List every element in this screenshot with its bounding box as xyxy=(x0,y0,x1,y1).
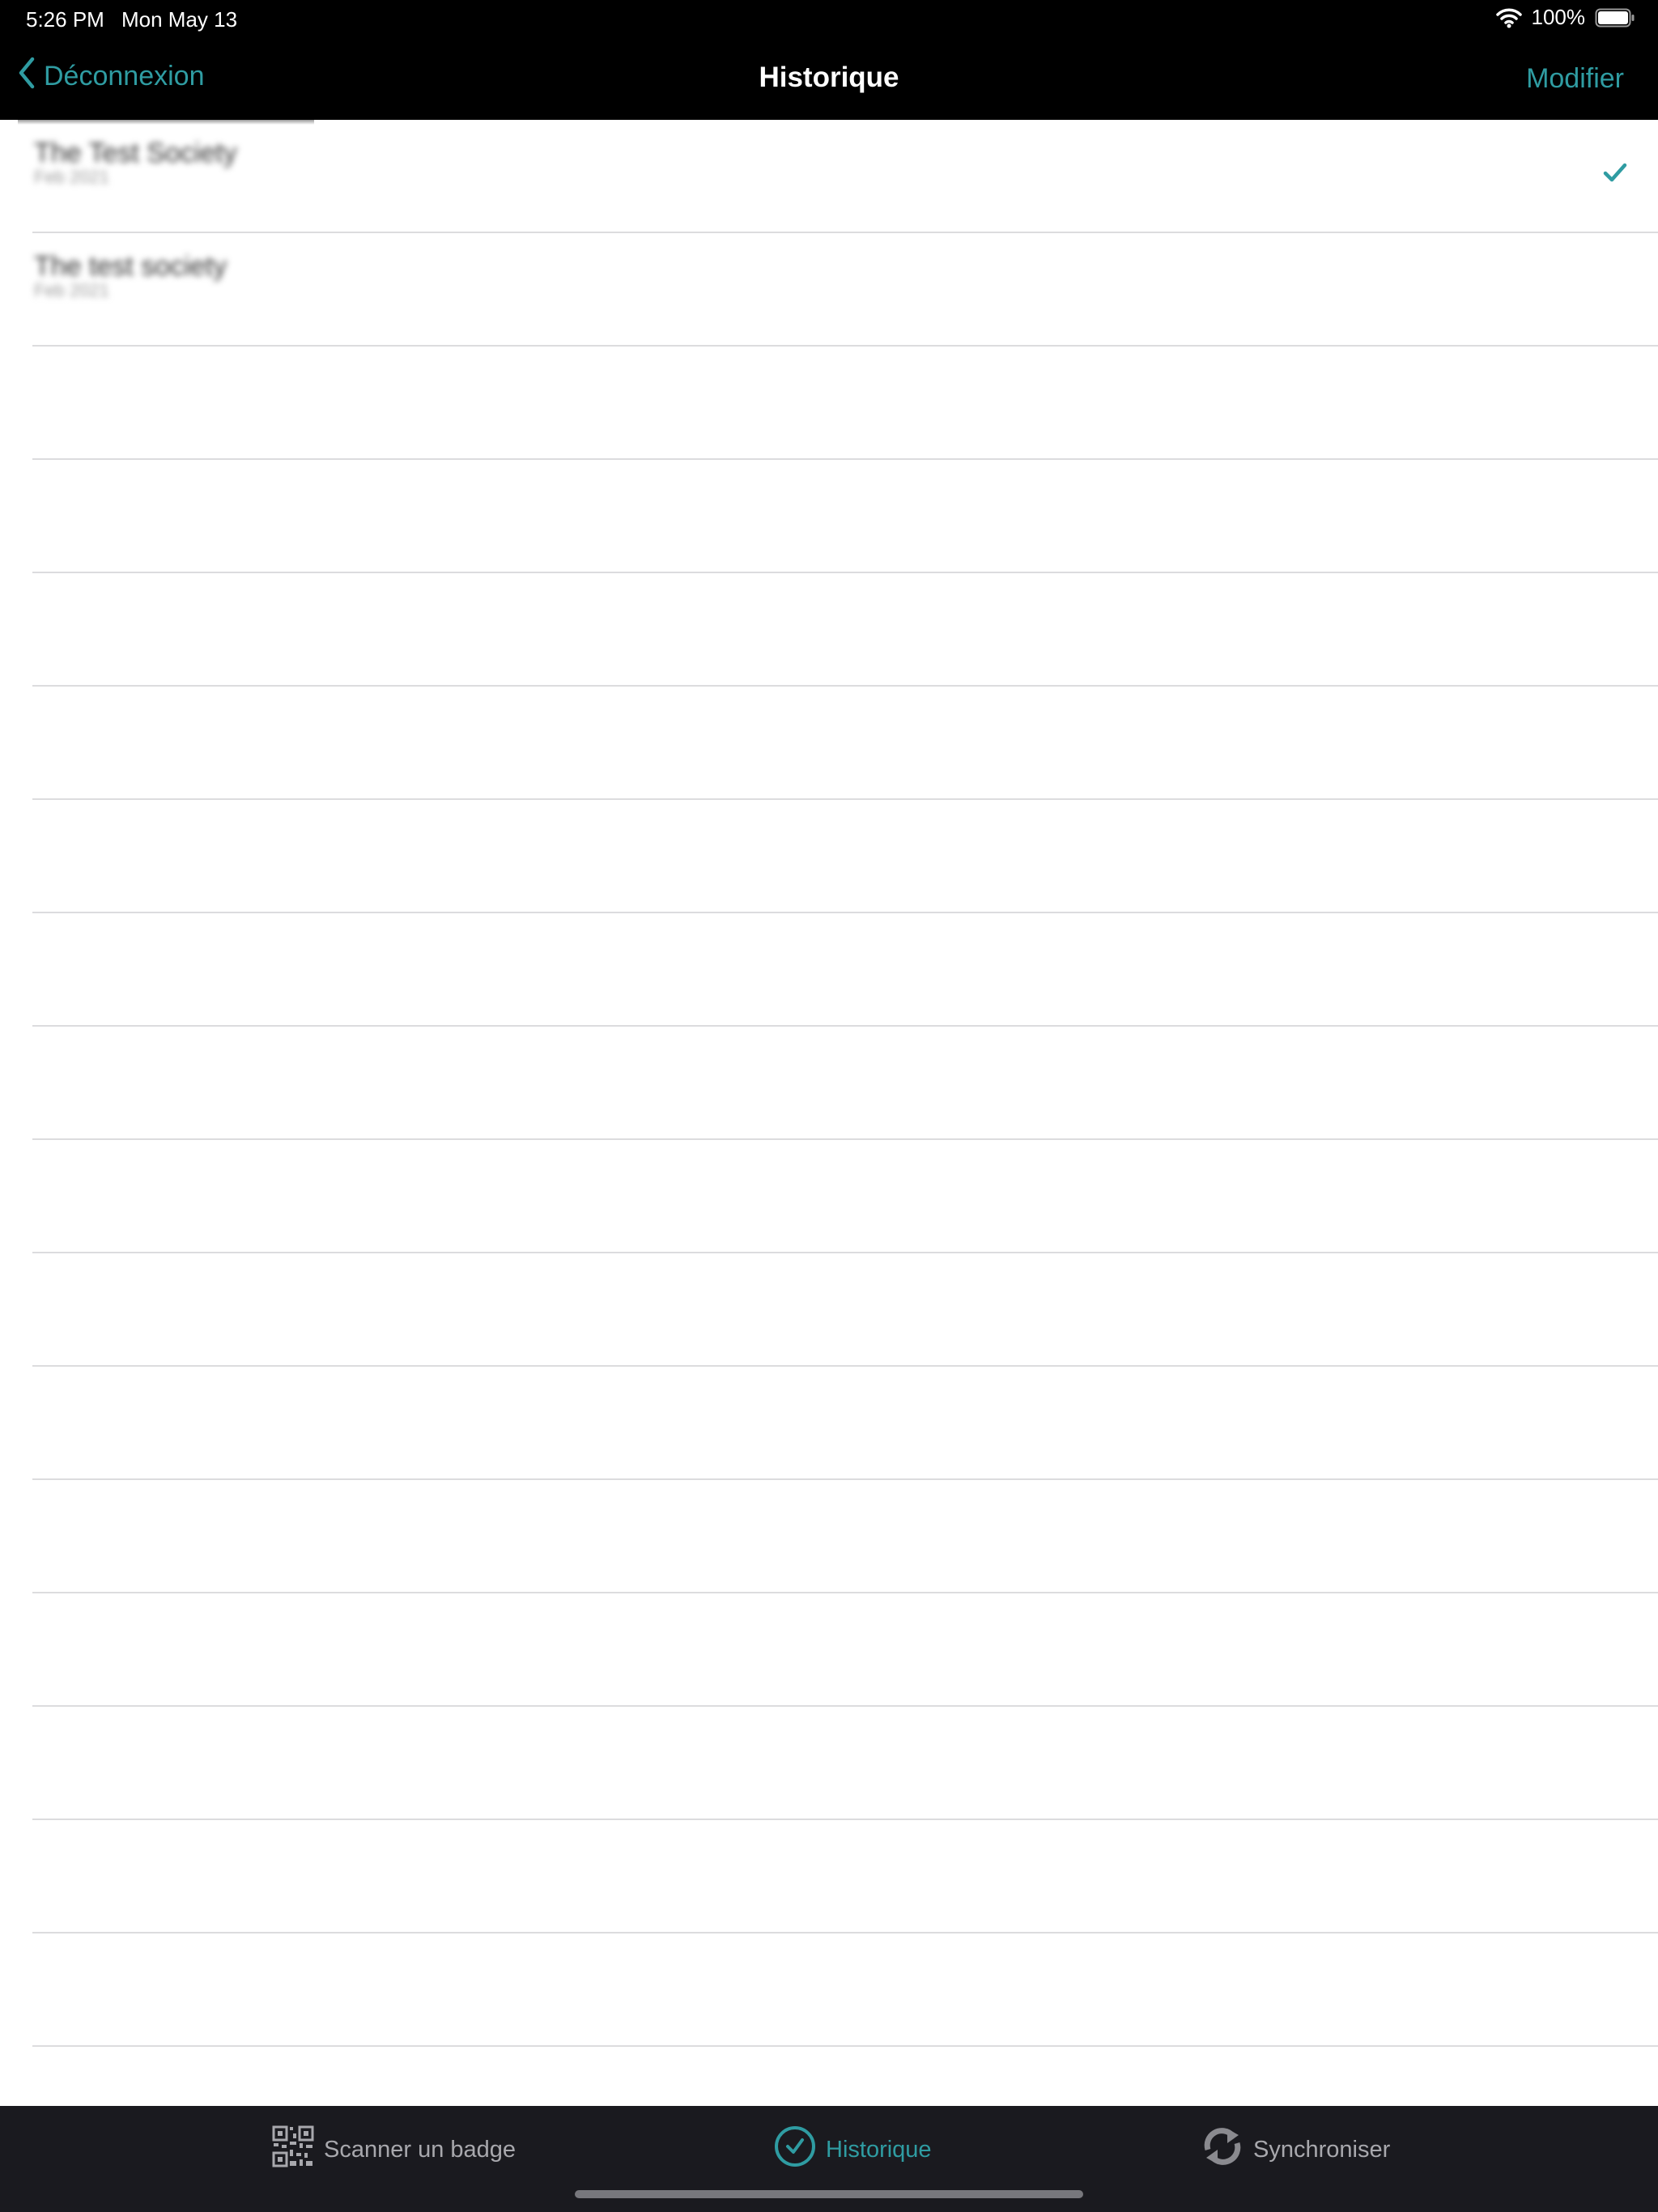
list-item[interactable] xyxy=(32,573,1658,687)
status-indicators: 100% xyxy=(1495,5,1636,30)
list-item[interactable] xyxy=(32,800,1658,913)
check-circle-icon xyxy=(774,2125,816,2174)
tab-history[interactable]: Historique xyxy=(774,2125,932,2174)
back-label: Déconnexion xyxy=(44,61,205,91)
list-item[interactable] xyxy=(32,1253,1658,1367)
tab-synchronize[interactable]: Synchroniser xyxy=(1201,2125,1390,2174)
navigation-bar: Déconnexion Historique Modifier xyxy=(0,39,1658,120)
list-item-subtitle: Feb 2021 xyxy=(34,280,109,300)
list-item[interactable] xyxy=(32,1367,1658,1480)
status-date: Mon May 13 xyxy=(121,7,238,32)
list-item-subtitle: Feb 2021 xyxy=(34,167,109,187)
sync-icon xyxy=(1201,2125,1244,2174)
wifi-icon xyxy=(1495,7,1522,28)
tab-scan-badge-label: Scanner un badge xyxy=(324,2136,517,2163)
list-item-title: The test society xyxy=(34,251,227,282)
list-item[interactable] xyxy=(32,460,1658,573)
tab-synchronize-label: Synchroniser xyxy=(1253,2136,1391,2163)
status-time: 5:26 PM xyxy=(26,7,104,32)
list-item[interactable] xyxy=(32,1933,1658,2047)
list-item[interactable] xyxy=(32,1820,1658,1933)
list-item[interactable] xyxy=(32,1707,1658,1820)
edit-button[interactable]: Modifier xyxy=(1526,63,1624,95)
list-item[interactable] xyxy=(32,687,1658,800)
logout-back-button[interactable]: Déconnexion xyxy=(18,57,204,96)
status-bar: 5:26 PM Mon May 13 100% xyxy=(0,0,1658,39)
qr-code-icon xyxy=(272,2125,314,2174)
list-item[interactable]: The Test Society Feb 2021 xyxy=(32,120,1658,233)
battery-icon xyxy=(1595,8,1635,28)
home-indicator[interactable] xyxy=(575,2190,1083,2198)
checkmark-icon xyxy=(1603,162,1627,187)
tab-scan-badge[interactable]: Scanner un badge xyxy=(272,2125,516,2174)
list-item[interactable] xyxy=(32,1027,1658,1140)
tab-bar: Scanner un badge Historique Synchroniser xyxy=(0,2106,1658,2212)
list-item[interactable] xyxy=(32,347,1658,460)
list-item[interactable] xyxy=(32,1480,1658,1593)
battery-percent: 100% xyxy=(1531,5,1586,29)
list-item-title: The Test Society xyxy=(34,138,237,168)
tab-history-label: Historique xyxy=(826,2136,932,2163)
chevron-left-icon xyxy=(18,57,36,96)
app-screen: 5:26 PM Mon May 13 100% Déconnexion Hist… xyxy=(0,0,1658,2212)
list-item[interactable]: The test society Feb 2021 xyxy=(32,233,1658,347)
list-item[interactable] xyxy=(32,913,1658,1027)
list-item[interactable] xyxy=(32,1140,1658,1253)
history-list[interactable]: The Test Society Feb 2021 The test society… xyxy=(0,120,1658,2106)
page-title: Historique xyxy=(759,62,899,93)
list-item[interactable] xyxy=(32,1593,1658,1707)
